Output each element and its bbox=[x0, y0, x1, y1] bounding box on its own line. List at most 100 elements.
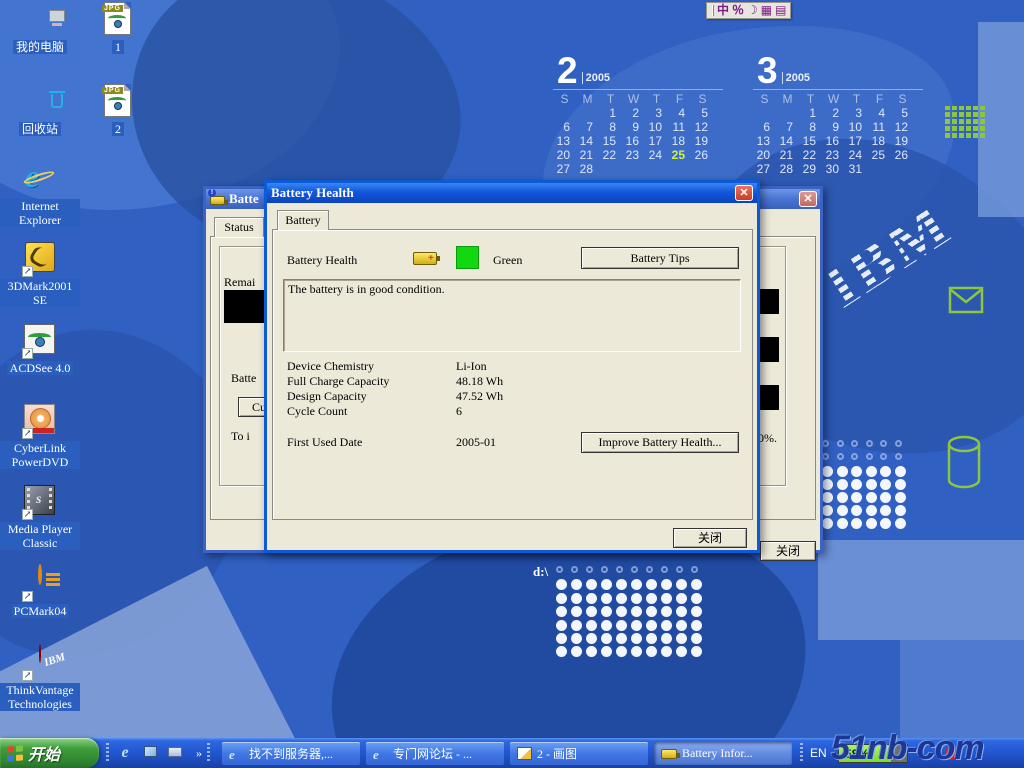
punctuation-toggle-icon[interactable]: ☽ bbox=[747, 3, 758, 18]
desktop-icon-jpg-1[interactable]: JPG1 bbox=[78, 2, 158, 56]
calendar-date-cell: 15 bbox=[799, 134, 822, 148]
windows-flag-icon bbox=[7, 745, 23, 761]
field-label: Full Charge Capacity bbox=[287, 374, 389, 389]
calendar-date-cell: 10 bbox=[645, 120, 668, 134]
desktop-icon-recycle-bin[interactable]: 回收站 bbox=[0, 84, 80, 138]
battery-health-titlebar[interactable]: Battery Health ✕ bbox=[267, 183, 757, 203]
calendar-month-number: 2 bbox=[557, 56, 578, 86]
taskbar-task-1[interactable]: e找不到服务器,... bbox=[222, 742, 360, 765]
tab-battery[interactable]: Battery bbox=[277, 210, 329, 230]
shortcut-arrow-icon: ↗ bbox=[22, 670, 33, 681]
toolbar-grip-handle[interactable] bbox=[207, 743, 210, 763]
desktop-icon-ie[interactable]: eInternet Explorer bbox=[0, 161, 80, 229]
forum-watermark: 51nb-com bbox=[831, 729, 984, 768]
improve-battery-health-button[interactable]: Improve Battery Health... bbox=[581, 432, 739, 453]
battery-icon bbox=[661, 749, 677, 759]
calendar-date-cell: 24 bbox=[845, 148, 868, 162]
desktop-icon-jpg-2[interactable]: JPG2 bbox=[78, 84, 158, 138]
soft-keyboard-icon[interactable]: ▦ bbox=[761, 3, 772, 18]
desktop-icon-mpc[interactable]: s↗Media Player Classic bbox=[0, 484, 80, 552]
health-status-text: Green bbox=[493, 253, 522, 268]
condition-textbox: The battery is in good condition. bbox=[283, 279, 741, 352]
desktop-icon-label: ACDSee 4.0 bbox=[7, 361, 74, 375]
field-label: Design Capacity bbox=[287, 389, 367, 404]
tab-status[interactable]: Status bbox=[214, 217, 264, 237]
ime-language-bar[interactable]: 中％☽▦▤ bbox=[706, 2, 791, 19]
dot-grid-wallpaper bbox=[822, 440, 909, 531]
calendar-date-cell: 31 bbox=[845, 162, 868, 176]
calendar-date-cell: 2 bbox=[622, 106, 645, 120]
calendar-date-cell bbox=[776, 106, 799, 120]
calendar-month-number: 3 bbox=[757, 56, 778, 86]
desktop-icon-pcmark[interactable]: ↗PCMark04 bbox=[0, 566, 80, 620]
toolbar-overflow-chevron[interactable]: » bbox=[190, 744, 208, 762]
wallpaper-shape bbox=[818, 540, 1024, 640]
calendar-date-cell: 28 bbox=[576, 162, 599, 176]
calendar-date-cell: 17 bbox=[645, 134, 668, 148]
outlook-quick-icon[interactable] bbox=[166, 744, 184, 762]
calendar-date-cell: 20 bbox=[553, 148, 576, 162]
dot-grid-wallpaper bbox=[556, 566, 706, 660]
fullwidth-toggle-icon[interactable]: ％ bbox=[732, 3, 744, 18]
calendar-date-cell: 27 bbox=[553, 162, 576, 176]
close-button[interactable]: 关闭 bbox=[673, 528, 747, 548]
calendar-day-header: T bbox=[845, 92, 868, 106]
calendar-date-cell: 6 bbox=[753, 120, 776, 134]
calendar-date-cell: 16 bbox=[622, 134, 645, 148]
calendar-date-cell: 21 bbox=[576, 148, 599, 162]
calendar-date-cell: 18 bbox=[868, 134, 891, 148]
desktop-icon-my-computer[interactable]: 我的电脑 bbox=[0, 2, 80, 56]
database-cylinder-icon bbox=[944, 434, 984, 492]
taskbar-task-3[interactable]: 2 - 画图 bbox=[510, 742, 648, 765]
calendar-date-cell: 21 bbox=[776, 148, 799, 162]
calendar-february-2005: 22005SMTWTFS1234567891011121314151617181… bbox=[553, 52, 723, 176]
calendar-date-cell bbox=[576, 106, 599, 120]
ie-icon: e bbox=[229, 747, 244, 760]
desktop-quick-icon[interactable] bbox=[141, 744, 159, 762]
desktop-icon-label: 2 bbox=[112, 122, 124, 136]
pcmark-icon bbox=[38, 564, 42, 585]
desktop-icon-powerdvd[interactable]: ↗CyberLink PowerDVD bbox=[0, 403, 80, 471]
calendar-date-cell: 1 bbox=[599, 106, 622, 120]
desktop-icon-3dmark[interactable]: ↗3DMark2001 SE bbox=[0, 241, 80, 309]
taskbar-task-2[interactable]: e专门网论坛 - ... bbox=[366, 742, 504, 765]
field-value: 6 bbox=[456, 404, 462, 419]
jpg-file-icon: JPG bbox=[104, 2, 131, 35]
calendar-date-cell: 30 bbox=[822, 162, 845, 176]
desktop-icon-label: 我的电脑 bbox=[13, 40, 67, 54]
calendar-date-cell: 4 bbox=[868, 106, 891, 120]
calendar-date-cell: 9 bbox=[622, 120, 645, 134]
calendar-date-cell: 5 bbox=[691, 106, 714, 120]
calendar-date-cell: 13 bbox=[553, 134, 576, 148]
calendar-date-cell: 17 bbox=[845, 134, 868, 148]
calendar-date-cell: 3 bbox=[845, 106, 868, 120]
calendar-date-cell: 14 bbox=[776, 134, 799, 148]
calendar-date-cell: 5 bbox=[891, 106, 914, 120]
desktop-icon-acdsee[interactable]: ↗ACDSee 4.0 bbox=[0, 323, 80, 377]
taskbar-task-4[interactable]: Battery Infor... bbox=[654, 742, 792, 765]
battery-field-row: Design Capacity47.52 Wh bbox=[273, 389, 752, 404]
chinese-input-mode-icon[interactable]: 中 bbox=[717, 3, 729, 18]
calendar-day-header: W bbox=[822, 92, 845, 106]
close-icon[interactable]: ✕ bbox=[799, 191, 817, 207]
battery-detail-fields: Device ChemistryLi-IonFull Charge Capaci… bbox=[273, 359, 752, 419]
language-indicator[interactable]: EN bbox=[810, 746, 827, 760]
ime-grip-handle[interactable] bbox=[712, 5, 714, 16]
start-button[interactable]: 开始 bbox=[0, 738, 99, 768]
ime-options-icon[interactable]: ▤ bbox=[775, 3, 786, 18]
calendar-date-cell: 10 bbox=[845, 120, 868, 134]
ie-quick-icon[interactable]: e bbox=[116, 744, 134, 762]
desktop-icon-thinkvantage[interactable]: IBM↗ThinkVantage Technologies bbox=[0, 645, 80, 713]
calendar-date-cell: 8 bbox=[599, 120, 622, 134]
desktop-icon-label: Media Player Classic bbox=[0, 522, 80, 550]
toolbar-grip-handle[interactable] bbox=[106, 743, 109, 763]
calendar-date-cell bbox=[668, 162, 691, 176]
calendar-date-cell: 19 bbox=[691, 134, 714, 148]
close-button[interactable]: 关闭 bbox=[760, 541, 816, 561]
calendar-date-cell bbox=[753, 106, 776, 120]
battery-field-row: Cycle Count6 bbox=[273, 404, 752, 419]
calendar-date-cell: 23 bbox=[822, 148, 845, 162]
battery-tips-button[interactable]: Battery Tips bbox=[581, 247, 739, 269]
calendar-date-cell: 11 bbox=[668, 120, 691, 134]
close-icon[interactable]: ✕ bbox=[735, 185, 753, 201]
